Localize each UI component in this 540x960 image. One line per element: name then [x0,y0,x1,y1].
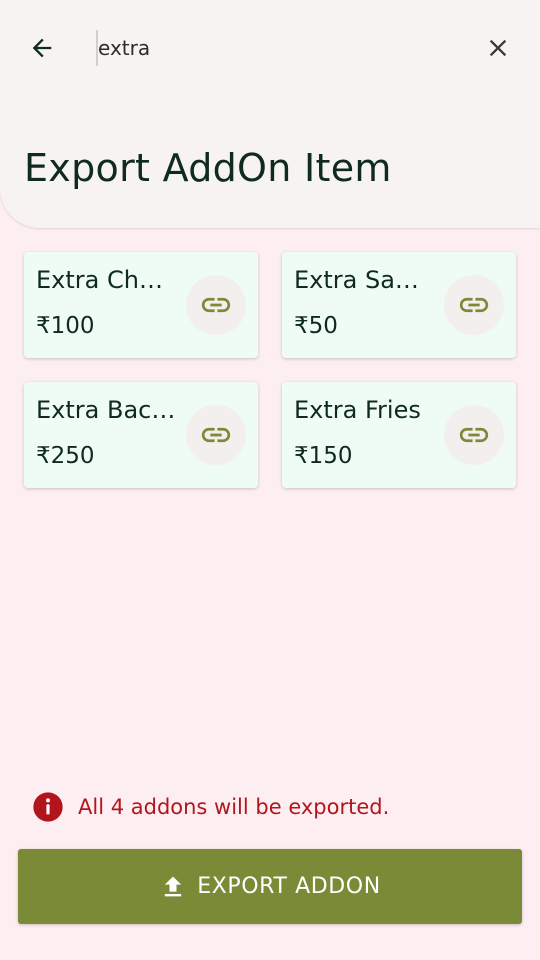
addon-price: ₹150 [294,443,353,469]
addon-price: ₹50 [294,313,338,339]
close-icon [489,39,507,57]
info-error-icon [32,791,64,823]
addon-price: ₹250 [36,443,95,469]
back-button[interactable] [22,28,62,68]
addon-name: Extra Sauce [294,266,434,294]
addon-price: ₹100 [36,313,95,339]
header: Export AddOn Item [0,0,540,228]
addon-name: Extra Cheese [36,266,176,294]
addon-name: Extra Fries [294,396,421,424]
link-addon-button[interactable] [186,275,246,335]
export-button-label: EXPORT ADDON [197,874,381,899]
search-input[interactable] [96,30,458,66]
addon-grid: Extra Cheese ₹100 Extra Sauce ₹50 Extra … [24,252,516,488]
link-icon [459,297,489,313]
link-addon-button[interactable] [444,405,504,465]
export-notice: All 4 addons will be exported. [32,791,389,823]
link-icon [201,427,231,443]
link-icon [459,427,489,443]
page-title: Export AddOn Item [24,146,392,190]
notice-text: All 4 addons will be exported. [78,795,390,819]
link-addon-button[interactable] [444,275,504,335]
arrow-left-icon [32,38,52,58]
upload-icon [159,873,187,901]
link-icon [201,297,231,313]
addon-card[interactable]: Extra Sauce ₹50 [282,252,516,358]
addon-card[interactable]: Extra Fries ₹150 [282,382,516,488]
addon-card[interactable]: Extra Cheese ₹100 [24,252,258,358]
addon-card[interactable]: Extra Bacon ₹250 [24,382,258,488]
link-addon-button[interactable] [186,405,246,465]
export-addon-button[interactable]: EXPORT ADDON [18,849,522,924]
addon-name: Extra Bacon [36,396,176,424]
clear-search-button[interactable] [478,28,518,68]
